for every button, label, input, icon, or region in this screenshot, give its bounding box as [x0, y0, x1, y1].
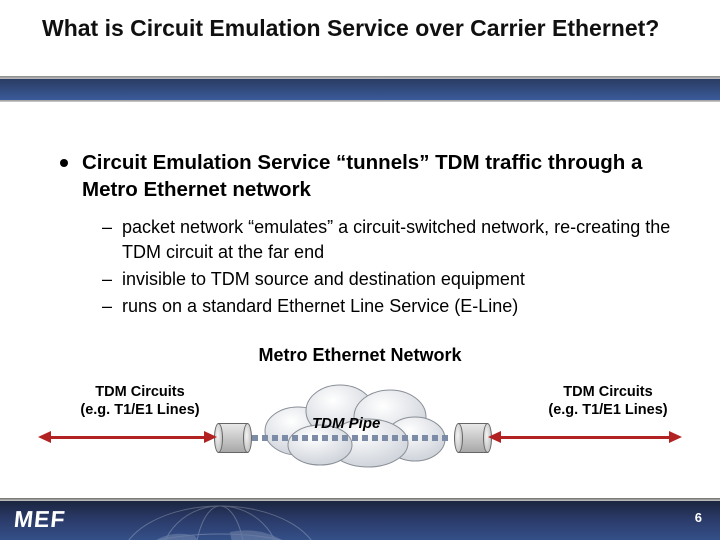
bullet-item: Circuit Emulation Service “tunnels” TDM … — [60, 150, 680, 203]
bullet-text: Circuit Emulation Service “tunnels” TDM … — [82, 150, 680, 203]
dash-icon: – — [102, 267, 112, 291]
divider — [0, 100, 720, 102]
mef-logo: MEF — [14, 506, 66, 533]
footer: MEF 6 — [0, 498, 720, 540]
globe-icon — [110, 494, 330, 540]
title-area: What is Circuit Emulation Service over C… — [0, 0, 720, 43]
diagram: Metro Ethernet Network TDM Circuits (e.g… — [0, 345, 720, 485]
page-number: 6 — [695, 510, 702, 525]
dotted-pipe-icon — [252, 435, 452, 441]
logo-text: MEF — [14, 506, 66, 533]
cylinder-left-icon — [214, 423, 252, 453]
tdm-left-line2: (e.g. T1/E1 Lines) — [80, 402, 199, 418]
cylinder-right-icon — [454, 423, 492, 453]
slide-title: What is Circuit Emulation Service over C… — [42, 14, 720, 43]
sub-bullet-item: – packet network “emulates” a circuit-sw… — [102, 215, 680, 264]
tdm-left-label: TDM Circuits (e.g. T1/E1 Lines) — [70, 383, 210, 419]
sub-bullet-text: invisible to TDM source and destination … — [122, 267, 525, 291]
slide: What is Circuit Emulation Service over C… — [0, 0, 720, 540]
dash-icon: – — [102, 215, 112, 239]
pipe-label: TDM Pipe — [312, 415, 380, 432]
arrow-right-icon — [490, 436, 680, 440]
sub-bullet-list: – packet network “emulates” a circuit-sw… — [102, 215, 680, 318]
sub-bullet-item: – runs on a standard Ethernet Line Servi… — [102, 294, 680, 318]
sub-bullet-item: – invisible to TDM source and destinatio… — [102, 267, 680, 291]
arrow-left-icon — [40, 436, 215, 440]
dash-icon: – — [102, 294, 112, 318]
tdm-right-line1: TDM Circuits — [563, 384, 652, 400]
network-label: Metro Ethernet Network — [0, 345, 720, 366]
sub-bullet-text: runs on a standard Ethernet Line Service… — [122, 294, 518, 318]
tdm-left-line1: TDM Circuits — [95, 384, 184, 400]
title-band — [0, 79, 720, 100]
bullet-icon — [60, 159, 68, 167]
sub-bullet-text: packet network “emulates” a circuit-swit… — [122, 215, 680, 264]
footer-background — [0, 501, 720, 540]
content-area: Circuit Emulation Service “tunnels” TDM … — [60, 150, 680, 321]
tdm-right-label: TDM Circuits (e.g. T1/E1 Lines) — [538, 383, 678, 419]
tdm-right-line2: (e.g. T1/E1 Lines) — [548, 402, 667, 418]
